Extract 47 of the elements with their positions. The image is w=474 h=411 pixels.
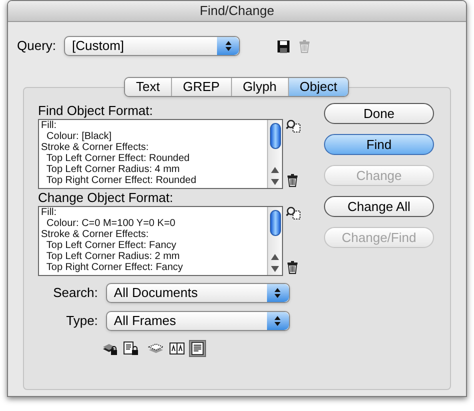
format-line: Stroke & Corner Effects: <box>41 229 150 240</box>
query-dropdown[interactable]: [Custom] <box>64 36 240 56</box>
dialog-button[interactable]: Change All <box>324 196 434 217</box>
scrollbar[interactable] <box>267 207 282 275</box>
trash-icon[interactable] <box>287 174 298 187</box>
tab[interactable]: Object <box>288 78 348 96</box>
window-title: Find/Change <box>200 2 274 20</box>
dialog-button[interactable]: Find <box>324 134 434 155</box>
type-dropdown[interactable]: All Frames <box>106 311 290 331</box>
format-line: Top Left Corner Effect: Rounded <box>45 153 191 164</box>
dialog-button[interactable]: Done <box>324 103 434 124</box>
format-list[interactable]: Fill: Colour: [Black] Stroke & Corner Effects: Top Left Corner Effect: Rounded Top Left Corner Radius: 4 mm Top Right Corner Effect: Rounded <box>38 119 283 189</box>
type-label: Type: <box>66 312 98 330</box>
search-dropdown[interactable]: All Documents <box>106 283 290 303</box>
document-lock-icon[interactable] <box>122 340 139 357</box>
scroll-down-arrow-icon[interactable] <box>271 179 279 185</box>
page-icon[interactable] <box>189 340 206 357</box>
format-line: Fill: <box>41 207 58 218</box>
save-icon[interactable] <box>277 40 290 52</box>
section-label: Change Object Format: <box>38 190 174 206</box>
stepper-icon <box>266 284 289 302</box>
format-line: Top Right Corner Effect: Fancy <box>45 262 184 273</box>
format-line: Top Left Corner Radius: 4 mm <box>45 164 181 175</box>
format-line: Top Right Corner Effect: Rounded <box>45 175 198 186</box>
scroll-up-arrow-icon[interactable] <box>271 167 279 173</box>
scroll-down-arrow-icon[interactable] <box>271 266 279 272</box>
format-line: Stroke & Corner Effects: <box>41 142 150 153</box>
format-line: Colour: [Black] <box>46 131 113 142</box>
format-list[interactable]: Fill: Colour: C=0 M=100 Y=0 K=0 Stroke & Corner Effects: Top Left Corner Effect: Fancy Top Left Corner Radius: 2 mm Top Right Corner Effect: Fancy <box>38 206 283 276</box>
section-label: Find Object Format: <box>38 103 154 119</box>
query-label: Query: <box>17 37 56 56</box>
search-icon[interactable] <box>286 206 301 220</box>
scroll-up-arrow-icon[interactable] <box>271 254 279 260</box>
format-line: Colour: C=0 M=100 Y=0 K=0 <box>46 218 176 229</box>
format-line: Fill: <box>41 120 58 131</box>
format-line: Top Left Corner Radius: 2 mm <box>45 251 181 262</box>
stepper-icon <box>217 37 240 55</box>
search-icon[interactable] <box>286 119 301 133</box>
scrollbar[interactable] <box>267 120 282 188</box>
book-icon[interactable] <box>168 340 185 357</box>
stepper-icon <box>266 312 289 330</box>
search-label: Search: <box>53 284 98 302</box>
trash-icon[interactable] <box>287 261 298 274</box>
tab[interactable]: Text <box>125 78 171 96</box>
format-line: Top Left Corner Effect: Fancy <box>45 240 178 251</box>
tab[interactable]: GREP <box>170 78 231 96</box>
tab[interactable]: Glyph <box>230 78 288 96</box>
